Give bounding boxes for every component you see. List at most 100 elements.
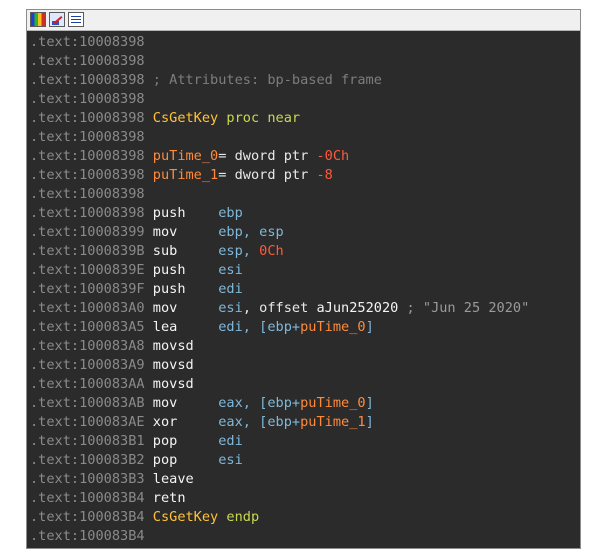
- address-label: .text:100083A9: [30, 357, 145, 373]
- code-line[interactable]: .text:100083B3 leave: [30, 470, 580, 489]
- code-token: = dword ptr: [218, 167, 317, 183]
- code-token: mov: [144, 224, 219, 240]
- code-token: ]: [365, 414, 374, 430]
- code-token: -8: [316, 167, 333, 183]
- code-token: lea: [144, 319, 219, 335]
- code-line[interactable]: .text:100083A8 movsd: [30, 337, 580, 356]
- code-token: puTime_1: [152, 167, 219, 183]
- address-label: .text:10008398: [30, 205, 145, 221]
- address-label: .text:100083AB: [30, 395, 145, 411]
- code-line[interactable]: .text:10008399 mov ebp, esp: [30, 223, 580, 242]
- code-line[interactable]: .text:10008398 puTime_1= dword ptr -8: [30, 166, 580, 185]
- code-token: puTime_0: [300, 319, 366, 335]
- code-token: pop: [144, 452, 219, 468]
- code-token: retn: [144, 490, 186, 506]
- address-label: .text:1000839E: [30, 262, 145, 278]
- code-line[interactable]: .text:1000839E push esi: [30, 261, 580, 280]
- code-token: puTime_0: [300, 395, 366, 411]
- code-token: edi: [218, 433, 243, 449]
- code-line[interactable]: .text:100083B4: [30, 527, 580, 546]
- code-token: proc near: [218, 110, 301, 126]
- code-token: ; "Jun 25 2020": [398, 300, 530, 316]
- address-label: .text:100083B4: [30, 528, 145, 544]
- code-token: movsd: [144, 338, 194, 354]
- code-token: puTime_1: [300, 414, 366, 430]
- code-line[interactable]: .text:100083A5 lea edi, [ebp+puTime_0]: [30, 318, 580, 337]
- code-line[interactable]: .text:100083A9 movsd: [30, 356, 580, 375]
- code-line[interactable]: .text:100083B4 retn: [30, 489, 580, 508]
- code-token: mov: [144, 300, 219, 316]
- code-line[interactable]: .text:10008398 push ebp: [30, 204, 580, 223]
- code-line[interactable]: .text:1000839B sub esp, 0Ch: [30, 242, 580, 261]
- address-label: .text:10008398: [30, 186, 145, 202]
- code-token: esp,: [218, 243, 260, 259]
- address-label: .text:100083A0: [30, 300, 145, 316]
- code-line[interactable]: .text:10008398 CsGetKey proc near: [30, 109, 580, 128]
- address-label: .text:10008398: [30, 53, 145, 69]
- code-line[interactable]: .text:100083AE xor eax, [ebp+puTime_1]: [30, 413, 580, 432]
- address-label: .text:100083B4: [30, 490, 145, 506]
- code-line[interactable]: .text:100083AB mov eax, [ebp+puTime_0]: [30, 394, 580, 413]
- disassembly-window: .text:10008398 .text:10008398 .text:100083…: [26, 9, 581, 549]
- code-token: edi: [218, 281, 243, 297]
- code-line[interactable]: .text:10008398 puTime_0= dword ptr -0Ch: [30, 147, 580, 166]
- code-token: movsd: [144, 357, 194, 373]
- code-token: sub: [144, 243, 219, 259]
- address-label: .text:1000839F: [30, 281, 145, 297]
- code-token: = dword ptr: [218, 148, 317, 164]
- address-label: .text:100083AA: [30, 376, 145, 392]
- address-label: .text:10008398: [30, 110, 145, 126]
- address-label: .text:10008398: [30, 167, 145, 183]
- graph-view-icon[interactable]: [30, 12, 46, 27]
- code-token: ]: [365, 395, 374, 411]
- code-token: ebp, esp: [218, 224, 284, 240]
- code-token: push: [144, 281, 219, 297]
- code-line[interactable]: .text:10008398 ; Attributes: bp-based fr…: [30, 71, 580, 90]
- code-token: movsd: [144, 376, 194, 392]
- code-line[interactable]: .text:10008398: [30, 185, 580, 204]
- code-line[interactable]: .text:100083AA movsd: [30, 375, 580, 394]
- code-token: eax, [ebp+: [218, 395, 301, 411]
- address-label: .text:100083B1: [30, 433, 145, 449]
- code-line[interactable]: .text:10008398: [30, 52, 580, 71]
- toolbar: [27, 10, 580, 31]
- code-line[interactable]: .text:10008398: [30, 128, 580, 147]
- code-token: leave: [144, 471, 194, 487]
- code-token: aJun252020: [316, 300, 399, 316]
- disassembly-listing[interactable]: .text:10008398 .text:10008398 .text:100083…: [30, 33, 580, 546]
- code-token: pop: [144, 433, 219, 449]
- address-label: .text:10008398: [30, 91, 145, 107]
- code-token: esi: [218, 300, 243, 316]
- address-label: .text:10008398: [30, 34, 145, 50]
- code-line[interactable]: .text:10008398: [30, 33, 580, 52]
- address-label: .text:10008399: [30, 224, 145, 240]
- code-line[interactable]: .text:100083A0 mov esi, offset aJun25202…: [30, 299, 580, 318]
- code-token: CsGetKey: [152, 509, 219, 525]
- code-line[interactable]: .text:100083B2 pop esi: [30, 451, 580, 470]
- code-line[interactable]: .text:1000839F push edi: [30, 280, 580, 299]
- address-label: .text:100083AE: [30, 414, 145, 430]
- code-line[interactable]: .text:100083B4 CsGetKey endp: [30, 508, 580, 527]
- address-label: .text:1000839B: [30, 243, 145, 259]
- code-token: CsGetKey: [152, 110, 219, 126]
- code-token: push: [144, 205, 219, 221]
- code-line[interactable]: .text:100083B1 pop edi: [30, 432, 580, 451]
- code-token: ebp: [218, 205, 243, 221]
- text-view-icon[interactable]: [68, 12, 84, 27]
- code-token: push: [144, 262, 219, 278]
- address-label: .text:100083A5: [30, 319, 145, 335]
- address-label: .text:10008398: [30, 72, 145, 88]
- code-token: 0Ch: [259, 243, 284, 259]
- address-label: .text:10008398: [30, 129, 145, 145]
- address-label: .text:100083B3: [30, 471, 145, 487]
- code-token: -0Ch: [316, 148, 350, 164]
- address-label: .text:100083B4: [30, 509, 145, 525]
- code-line[interactable]: .text:10008398: [30, 90, 580, 109]
- code-token: edi, [ebp+: [218, 319, 301, 335]
- edit-icon[interactable]: [49, 12, 65, 27]
- code-token: ]: [365, 319, 374, 335]
- code-token: endp: [218, 509, 260, 525]
